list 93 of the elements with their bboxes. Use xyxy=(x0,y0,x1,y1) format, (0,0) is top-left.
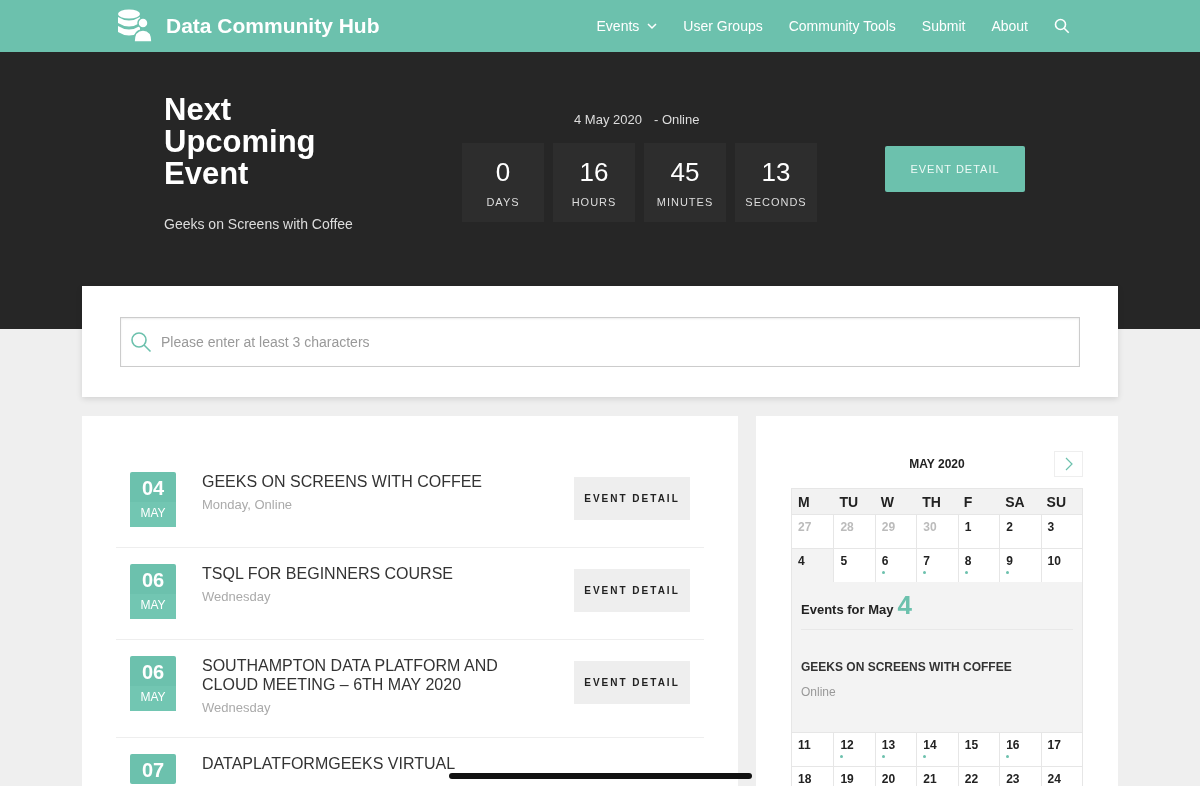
calendar-day[interactable]: 11 xyxy=(792,732,834,766)
event-detail-button[interactable]: EVENT DETAIL xyxy=(574,569,690,612)
countdown-unit: HOURS xyxy=(571,196,617,208)
day-number: 13 xyxy=(881,738,897,752)
countdown-unit: MINUTES xyxy=(656,196,714,208)
day-number: 2 xyxy=(1006,520,1014,534)
event-meta: Wednesday xyxy=(202,700,272,715)
weekday-header: TH xyxy=(921,493,942,510)
countdown-value: 0 xyxy=(495,157,511,188)
day-number: 18 xyxy=(798,772,813,786)
event-location: - Online xyxy=(653,112,700,129)
countdown-value: 13 xyxy=(761,157,791,188)
calendar-day[interactable]: 4 xyxy=(792,548,834,582)
hero-heading: Next Upcoming Event xyxy=(164,94,317,190)
day-number: 7 xyxy=(923,554,931,568)
day-number: 23 xyxy=(1006,772,1021,786)
calendar-day[interactable]: 22 xyxy=(957,766,1000,786)
chevron-down-icon xyxy=(647,22,658,30)
calendar-day[interactable]: 14 xyxy=(916,732,958,766)
calendar-day[interactable]: 12 xyxy=(833,732,875,766)
calendar-day[interactable]: 1 xyxy=(957,514,1000,548)
event-meta: Monday, Online xyxy=(202,497,294,512)
countdown-unit: DAYS xyxy=(486,196,520,208)
badge-day: 06 xyxy=(141,656,165,686)
event-title-link[interactable]: GEEKS ON SCREENS WITH COFFEE xyxy=(801,660,1073,674)
calendar-day[interactable]: 20 xyxy=(874,766,917,786)
event-title-link[interactable]: TSQL FOR BEGINNERS COURSE xyxy=(202,564,542,583)
day-number: 11 xyxy=(798,738,812,752)
day-number: 9 xyxy=(1006,554,1014,568)
event-name: Geeks on Screens with Coffee xyxy=(164,216,354,232)
day-number: 15 xyxy=(964,738,980,752)
day-number: 6 xyxy=(881,554,890,568)
day-number: 14 xyxy=(923,738,938,752)
day-number: 12 xyxy=(840,738,855,752)
day-number: 17 xyxy=(1047,738,1062,752)
selected-day-number: 4 xyxy=(897,593,912,617)
day-number: 1 xyxy=(964,520,973,534)
calendar-day[interactable]: 24 xyxy=(1040,766,1082,786)
event-location: Online xyxy=(801,685,836,699)
calendar-month-title: MAY 2020 xyxy=(909,457,965,471)
day-number: 5 xyxy=(840,554,849,568)
next-month-button[interactable] xyxy=(1054,451,1083,477)
day-number: 4 xyxy=(798,554,806,568)
day-number: 22 xyxy=(964,772,980,786)
event-meta: Wednesday xyxy=(202,589,272,604)
weekday-header: SA xyxy=(1004,493,1026,510)
countdown-value: 16 xyxy=(579,157,609,188)
countdown-unit: SECONDS xyxy=(745,196,807,208)
badge-month: MAY xyxy=(130,594,176,619)
day-number: 8 xyxy=(964,554,973,568)
day-number: 19 xyxy=(840,772,855,786)
database-people-icon[interactable] xyxy=(116,8,154,44)
events-for-label: Events for May xyxy=(801,602,894,617)
calendar-day[interactable]: 17 xyxy=(1040,732,1082,766)
calendar-day[interactable]: 13 xyxy=(874,732,917,766)
weekday-header: F xyxy=(962,493,974,510)
calendar-day[interactable]: 19 xyxy=(833,766,875,786)
calendar-day[interactable]: 23 xyxy=(999,766,1041,786)
day-number: 20 xyxy=(881,772,897,786)
badge-day: 04 xyxy=(141,472,165,502)
day-number: 27 xyxy=(798,520,813,534)
calendar-day[interactable]: 18 xyxy=(792,766,834,786)
event-title-link[interactable]: SOUTHAMPTON DATA PLATFORM AND CLOUD MEETING – 6TH MAY 2020 xyxy=(202,656,542,694)
badge-month: MAY xyxy=(130,686,176,711)
day-number: 29 xyxy=(881,520,897,534)
event-title-link[interactable]: DATAPLATFORMGEEKS VIRTUAL xyxy=(202,754,542,773)
day-number: 21 xyxy=(923,772,938,786)
calendar-day[interactable]: 2 xyxy=(999,514,1041,548)
badge-day: 07 xyxy=(141,754,165,784)
search-field[interactable]: Please enter at least 3 characters xyxy=(120,316,1080,367)
event-detail-button[interactable]: EVENT DETAIL xyxy=(574,661,690,704)
day-number: 16 xyxy=(1006,738,1021,752)
day-number: 30 xyxy=(923,520,938,534)
weekday-header: W xyxy=(879,493,896,510)
event-title-link[interactable]: GEEKS ON SCREENS WITH COFFEE xyxy=(202,472,542,491)
day-number: 28 xyxy=(840,520,855,534)
calendar-day[interactable]: 3 xyxy=(1040,514,1082,548)
day-number: 10 xyxy=(1047,554,1062,568)
chevron-right-icon xyxy=(1064,457,1073,471)
calendar-day[interactable]: 16 xyxy=(999,732,1041,766)
event-date: 4 May 2020 xyxy=(574,112,642,129)
weekday-header: SU xyxy=(1045,493,1067,510)
badge-day: 06 xyxy=(141,564,165,594)
search-icon[interactable] xyxy=(1054,18,1070,34)
event-detail-button[interactable]: EVENT DETAIL xyxy=(574,477,690,520)
badge-month: MAY xyxy=(130,502,176,527)
weekday-header: TU xyxy=(838,493,860,510)
calendar-day[interactable]: 21 xyxy=(916,766,958,786)
day-number: 24 xyxy=(1047,772,1062,786)
weekday-header: M xyxy=(797,493,811,510)
countdown-value: 45 xyxy=(670,157,700,188)
calendar-day[interactable]: 15 xyxy=(957,732,1000,766)
day-number: 3 xyxy=(1047,520,1056,534)
